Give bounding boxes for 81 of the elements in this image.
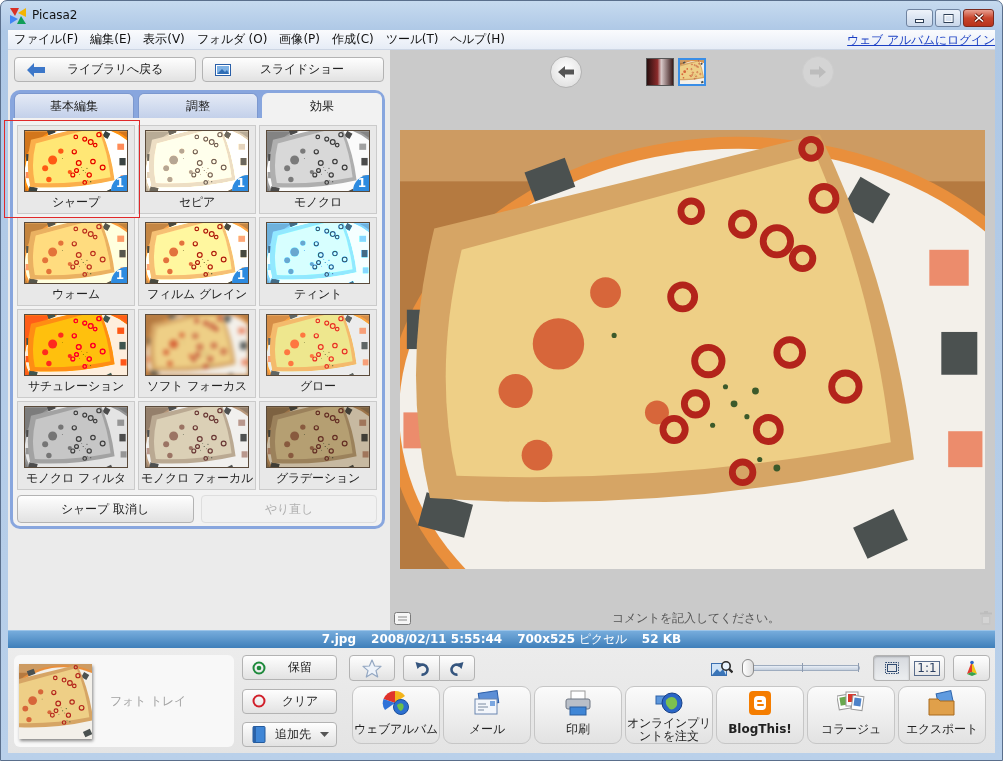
- tray-label: フォト トレイ: [110, 692, 186, 710]
- clear-button[interactable]: クリア: [242, 688, 337, 714]
- color-button[interactable]: [953, 655, 990, 681]
- arrow-left-icon: [558, 65, 574, 78]
- effect-tile[interactable]: グロー: [259, 309, 377, 398]
- menu-item[interactable]: ファイル(F): [8, 31, 85, 48]
- photo-thumbnail[interactable]: [646, 57, 674, 86]
- menu-item[interactable]: 画像(P): [273, 31, 327, 48]
- envelope-icon: [473, 690, 501, 716]
- status-text: 2008/02/11 5:55:44: [371, 632, 503, 647]
- app-icon: [10, 8, 26, 24]
- minimize-button[interactable]: [906, 9, 933, 27]
- status-text: 700x525 ピクセル: [517, 632, 627, 647]
- close-icon: [972, 13, 985, 23]
- effect-tile[interactable]: 1 セピア: [138, 125, 256, 214]
- collage-button[interactable]: コラージュ: [807, 686, 895, 744]
- print-button[interactable]: 印刷: [534, 686, 622, 744]
- web-album-button[interactable]: ウェブアルバム: [352, 686, 440, 744]
- rotate-right-icon: [450, 660, 464, 676]
- printer-icon: [564, 690, 592, 716]
- ring-dot-icon: [252, 660, 266, 675]
- status-text: 7.jpg: [321, 632, 357, 647]
- arrow-right-icon: [810, 65, 826, 78]
- arrow-left-icon: [27, 62, 45, 77]
- effect-tile[interactable]: グラデーション: [259, 401, 377, 490]
- effect-tile[interactable]: 1 フィルム グレイン: [138, 217, 256, 306]
- tab[interactable]: 基本編集: [14, 93, 134, 118]
- previous-button[interactable]: [550, 55, 582, 88]
- folder-icon: [928, 690, 956, 716]
- menu-item[interactable]: ツール(T): [379, 31, 445, 48]
- slider-thumb[interactable]: [742, 659, 754, 677]
- star-button[interactable]: [349, 655, 395, 681]
- comment-icon[interactable]: [394, 611, 411, 625]
- effect-tile[interactable]: モノクロ フィルタ: [17, 401, 135, 490]
- hold-button[interactable]: 保留: [242, 655, 337, 680]
- blog-logo-icon: [746, 690, 774, 716]
- back-to-library-button[interactable]: ライブラリへ戻る: [14, 57, 196, 82]
- fit-icon: [884, 662, 899, 674]
- zoom-icon: [711, 659, 733, 677]
- caret-icon: [320, 732, 329, 737]
- effect-tile[interactable]: 1 モノクロ: [259, 125, 377, 214]
- blog-this-button[interactable]: BlogThis!: [716, 686, 804, 744]
- effect-tile[interactable]: サチュレーション: [17, 309, 135, 398]
- add-to-button[interactable]: 追加先: [242, 722, 337, 747]
- status-text: 52 KB: [641, 632, 682, 647]
- effect-tile[interactable]: ソフト フォーカス: [138, 309, 256, 398]
- pinwheel-globe-icon: [382, 690, 410, 716]
- actual-size-button[interactable]: 1:1: [909, 655, 945, 681]
- fit-button[interactable]: [873, 655, 909, 681]
- mail-button[interactable]: メール: [443, 686, 531, 744]
- ring-icon: [252, 694, 266, 708]
- effect-tile[interactable]: 1 シャープ: [17, 125, 135, 214]
- zoom-slider[interactable]: [742, 659, 862, 677]
- order-prints-button[interactable]: オンラインプリントを注文: [625, 686, 713, 744]
- window-title: Picasa2: [32, 7, 78, 23]
- globe-icon: [655, 690, 683, 716]
- caption-field[interactable]: コメントを記入してください。: [415, 609, 976, 627]
- picture-icon: [215, 63, 231, 76]
- tab[interactable]: 効果: [262, 93, 382, 118]
- undo-button[interactable]: シャープ 取消し: [17, 495, 194, 523]
- export-button[interactable]: エクスポート: [898, 686, 986, 744]
- book-icon: [252, 726, 266, 743]
- maximize-icon: [942, 13, 954, 23]
- slideshow-button[interactable]: スライドショー: [202, 57, 384, 82]
- effect-tile[interactable]: 1 ウォーム: [17, 217, 135, 306]
- menu-item[interactable]: 編集(E): [84, 31, 138, 48]
- menu-item[interactable]: ヘルプ(H): [444, 31, 511, 48]
- effect-tile[interactable]: ティント: [259, 217, 377, 306]
- photo-thumbnail[interactable]: [678, 57, 706, 86]
- close-button[interactable]: [963, 9, 994, 27]
- menu-item[interactable]: 作成(C): [326, 31, 380, 48]
- maximize-button[interactable]: [935, 9, 961, 27]
- star-icon: [362, 658, 382, 678]
- tab[interactable]: 調整: [138, 93, 258, 118]
- rotate-left-button[interactable]: [403, 655, 439, 681]
- menu-item[interactable]: フォルダ (O): [190, 31, 274, 48]
- menu-item[interactable]: 表示(V): [137, 31, 191, 48]
- effect-tile[interactable]: モノクロ フォーカル: [138, 401, 256, 490]
- rotate-left-icon: [414, 660, 429, 676]
- rotate-right-button[interactable]: [439, 655, 475, 681]
- login-link[interactable]: ウェブ アルバムにログイン: [847, 31, 995, 48]
